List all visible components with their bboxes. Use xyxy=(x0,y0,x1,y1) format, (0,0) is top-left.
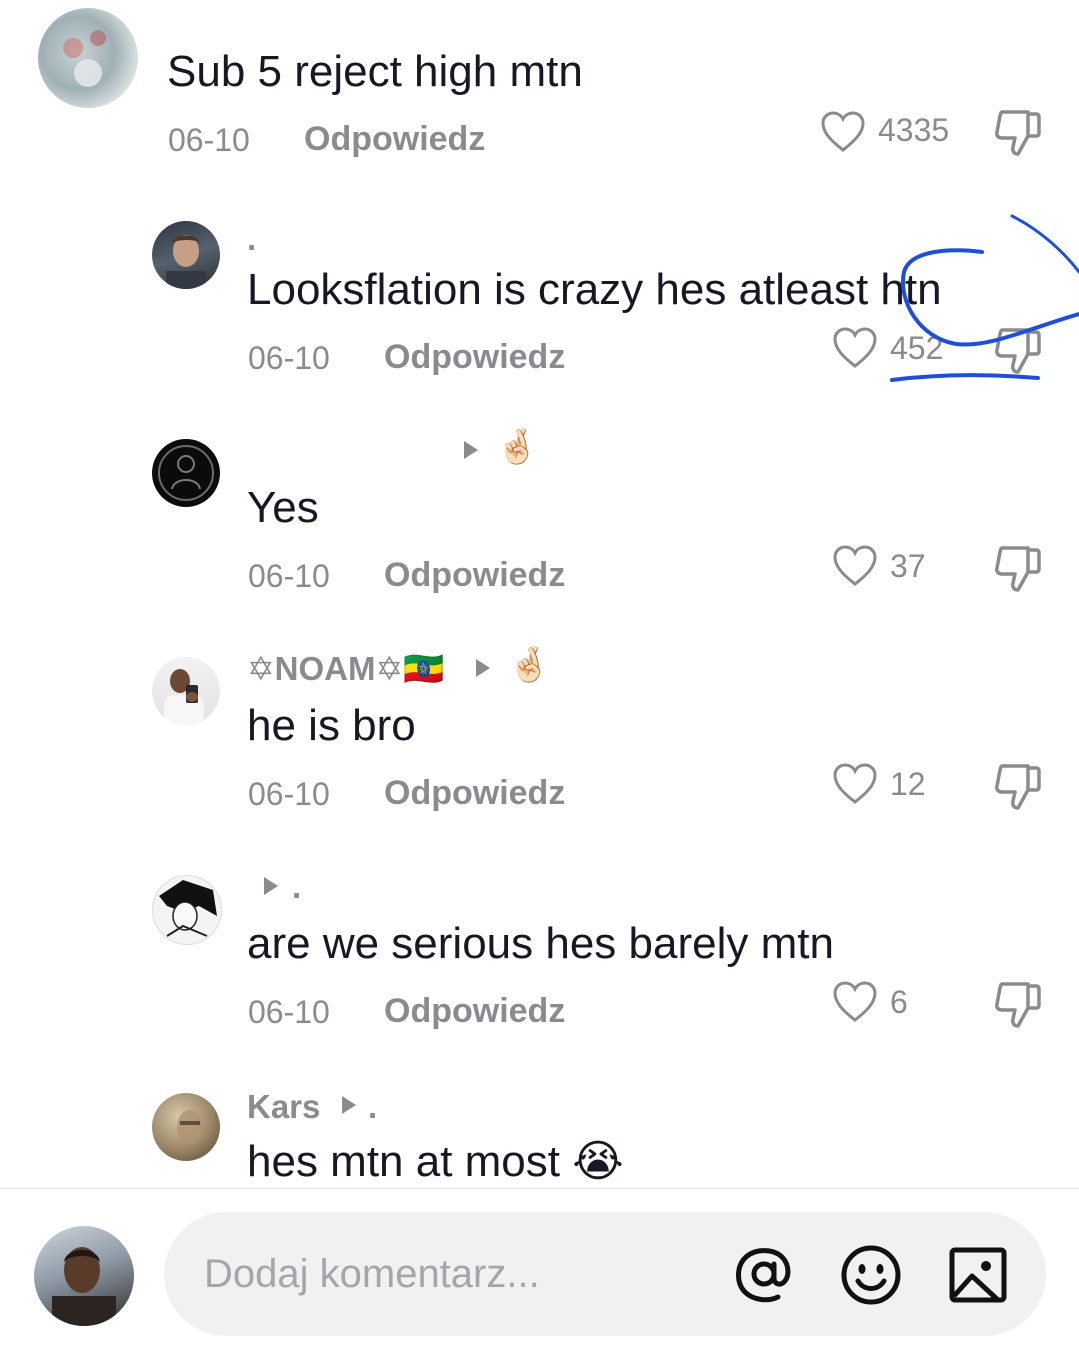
comment-text: Looksflation is crazy hes atleast htn xyxy=(247,265,942,314)
dislike-icon[interactable] xyxy=(992,980,1044,1030)
play-icon xyxy=(464,441,478,459)
avatar-image xyxy=(166,235,206,289)
kars-avatar[interactable] xyxy=(152,1093,220,1161)
annotation-scribble xyxy=(890,214,1079,382)
heart-icon[interactable] xyxy=(832,762,878,806)
anime-avatar[interactable] xyxy=(152,875,222,945)
man-avatar[interactable] xyxy=(152,221,220,289)
selfie-avatar[interactable] xyxy=(152,657,220,725)
comment-date: 06-10 xyxy=(168,122,250,158)
comment-username[interactable]: . xyxy=(292,870,301,903)
crying-emoji: 😭 xyxy=(572,1137,624,1186)
like-count: 37 xyxy=(890,548,926,584)
comment-username[interactable]: Kars xyxy=(247,1090,320,1123)
comment-text: he is bro xyxy=(247,701,416,750)
play-icon xyxy=(264,877,278,895)
avatar-image xyxy=(177,1110,203,1144)
avatar-image xyxy=(158,445,214,501)
heart-icon[interactable] xyxy=(832,980,878,1024)
comment-text: hes mtn at most 😭 xyxy=(247,1140,624,1184)
comment-date: 06-10 xyxy=(248,340,330,376)
comment-date: 06-10 xyxy=(248,994,330,1030)
reply-button[interactable]: Odpowiedz xyxy=(384,994,565,1028)
like-count: 6 xyxy=(890,984,908,1020)
comment-username-suffix: . xyxy=(368,1088,378,1125)
avatar-image xyxy=(63,30,106,87)
badge-emoji: 🤞🏻 xyxy=(508,646,551,684)
avatar-image xyxy=(52,1247,116,1326)
avatar-image xyxy=(159,880,217,937)
play-icon xyxy=(342,1096,356,1114)
heart-icon[interactable] xyxy=(820,110,866,154)
dislike-icon[interactable] xyxy=(992,108,1044,158)
comment-date: 06-10 xyxy=(248,558,330,594)
heart-icon[interactable] xyxy=(832,544,878,588)
like-count: 4335 xyxy=(878,112,950,148)
comment-text: are we serious hes barely mtn xyxy=(247,919,834,968)
abstract-avatar[interactable] xyxy=(38,8,138,108)
comment-input-placeholder[interactable]: Dodaj komentarz... xyxy=(204,1254,540,1294)
comment-text-body: hes mtn at most xyxy=(247,1137,561,1186)
comment-username[interactable]: . xyxy=(247,222,256,255)
at-icon[interactable] xyxy=(734,1244,794,1304)
dislike-icon[interactable] xyxy=(992,762,1044,812)
user-avatar[interactable] xyxy=(34,1226,134,1326)
dislike-icon[interactable] xyxy=(992,544,1044,594)
avatar-image xyxy=(164,669,204,725)
reply-button[interactable]: Odpowiedz xyxy=(304,122,485,156)
comment-date: 06-10 xyxy=(248,776,330,812)
reply-button[interactable]: Odpowiedz xyxy=(384,340,565,374)
play-icon xyxy=(476,659,490,677)
comment-text: Sub 5 reject high mtn xyxy=(167,47,583,96)
emoji-icon[interactable] xyxy=(840,1244,902,1306)
comment-text: Yes xyxy=(247,483,319,532)
heart-icon[interactable] xyxy=(832,326,878,370)
reply-button[interactable]: Odpowiedz xyxy=(384,776,565,810)
dark-logo-avatar[interactable] xyxy=(152,439,220,507)
image-icon[interactable] xyxy=(948,1246,1008,1304)
comment-username[interactable]: ✡NOAM✡🇪🇹 xyxy=(247,652,444,685)
divider xyxy=(0,1188,1079,1189)
like-count: 12 xyxy=(890,766,926,802)
reply-button[interactable]: Odpowiedz xyxy=(384,558,565,592)
badge-emoji: 🤞🏻 xyxy=(496,428,539,466)
